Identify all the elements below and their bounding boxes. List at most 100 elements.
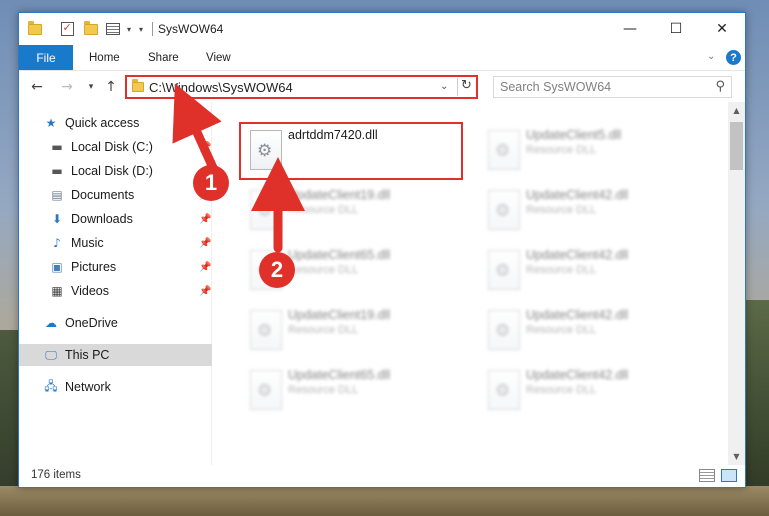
title-divider — [152, 22, 153, 36]
tab-file[interactable]: File — [19, 45, 73, 70]
recent-locations-icon[interactable]: ▾ — [81, 77, 101, 97]
search-icon[interactable]: ⚲ — [715, 79, 725, 94]
help-icon[interactable]: ? — [726, 50, 741, 65]
sidebar-item-label: OneDrive — [65, 316, 118, 330]
dll-file-icon — [488, 370, 520, 410]
file-item[interactable]: UpdateClient42.dll Resource DLL — [480, 182, 710, 242]
pin-icon[interactable]: 📌 — [199, 286, 211, 297]
large-icons-view-icon[interactable] — [721, 469, 737, 482]
navigation-pane: ★ Quick access ▬ Local Disk (C:) 📌 ▬ Loc… — [19, 102, 212, 465]
pin-icon[interactable]: 📌 — [199, 262, 211, 273]
up-button[interactable]: ↑ — [101, 77, 121, 97]
sidebar-item-label: Local Disk (D:) — [71, 164, 153, 178]
refresh-icon[interactable]: ↻ — [461, 78, 472, 93]
views-icon[interactable] — [105, 21, 121, 37]
file-name: UpdateClient42.dll — [526, 368, 629, 382]
tab-share[interactable]: Share — [148, 45, 179, 70]
dll-file-icon — [250, 310, 282, 350]
pin-icon[interactable]: 📌 — [199, 142, 211, 153]
pin-icon[interactable]: 📌 — [199, 214, 211, 225]
file-name: UpdateClient42.dll — [526, 188, 629, 202]
file-name: UpdateClient5.dll — [526, 128, 622, 142]
sidebar-item-videos[interactable]: ▦ Videos 📌 — [19, 280, 212, 302]
sidebar-item-network[interactable]: 🖧 Network — [19, 376, 212, 398]
back-button[interactable]: ← — [27, 77, 47, 97]
music-icon: ♪ — [53, 236, 61, 250]
sidebar-item-local-disk-c[interactable]: ▬ Local Disk (C:) 📌 — [19, 136, 212, 158]
sidebar-item-label: Quick access — [65, 116, 140, 130]
step-1-badge: 1 — [193, 165, 229, 201]
expand-ribbon-icon[interactable]: ⌄ — [707, 51, 715, 62]
file-name: UpdateClient65.dll — [288, 368, 391, 382]
sidebar-item-local-disk-d[interactable]: ▬ Local Disk (D:) 📌 — [19, 160, 212, 182]
pin-icon[interactable]: 📌 — [199, 238, 211, 249]
sidebar-item-pictures[interactable]: ▣ Pictures 📌 — [19, 256, 212, 278]
search-box[interactable]: Search SysWOW64 ⚲ — [493, 76, 732, 98]
onedrive-icon: ☁ — [45, 316, 57, 330]
search-input[interactable]: Search SysWOW64 — [500, 80, 611, 94]
file-type: Resource DLL — [526, 384, 597, 396]
folder-icon — [132, 79, 144, 92]
sidebar-item-label: This PC — [65, 348, 110, 362]
dll-file-icon — [488, 310, 520, 350]
sidebar-item-downloads[interactable]: ⬇ Downloads 📌 — [19, 208, 212, 230]
file-item[interactable]: UpdateClient19.dll Resource DLL — [242, 182, 472, 242]
minimize-button[interactable]: — — [607, 13, 653, 45]
sidebar-item-onedrive[interactable]: ☁ OneDrive — [19, 312, 212, 334]
tab-view[interactable]: View — [206, 45, 231, 70]
dll-file-icon — [250, 190, 282, 230]
window-title: SysWOW64 — [158, 22, 224, 36]
properties-icon[interactable] — [59, 21, 75, 37]
sidebar-item-label: Videos — [71, 284, 109, 298]
sidebar-item-quick-access[interactable]: ★ Quick access — [19, 112, 212, 134]
file-type: Resource DLL — [288, 204, 359, 216]
dll-file-icon — [250, 370, 282, 410]
address-bar[interactable]: C:\Windows\SysWOW64 ⌄ ↻ — [125, 75, 478, 99]
file-type: Resource DLL — [526, 324, 597, 336]
details-view-icon[interactable] — [699, 469, 715, 482]
file-item[interactable]: UpdateClient19.dll Resource DLL — [242, 302, 472, 362]
file-item[interactable]: UpdateClient42.dll Resource DLL — [480, 242, 710, 302]
file-list: adrtddm7420.dll UpdateClient5.dll Resour… — [212, 102, 728, 465]
desktop-background — [0, 486, 769, 516]
file-highlight-box — [239, 122, 463, 180]
scroll-down-icon[interactable]: ▼ — [728, 448, 745, 465]
tab-home[interactable]: Home — [89, 45, 120, 70]
sidebar-item-music[interactable]: ♪ Music 📌 — [19, 232, 212, 254]
sidebar-item-label: Downloads — [71, 212, 133, 226]
file-type: Resource DLL — [526, 204, 597, 216]
address-divider — [457, 78, 458, 96]
pictures-icon: ▣ — [51, 260, 63, 274]
address-dropdown-icon[interactable]: ⌄ — [440, 81, 448, 92]
new-folder-icon[interactable] — [83, 20, 99, 37]
file-type: Resource DLL — [526, 144, 597, 156]
close-button[interactable]: ✕ — [699, 13, 745, 45]
customize-toolbar-icon[interactable]: ▾ — [133, 21, 149, 37]
star-icon: ★ — [45, 116, 57, 130]
dll-file-icon — [488, 130, 520, 170]
forward-button[interactable]: → — [57, 77, 77, 97]
file-name: UpdateClient19.dll — [288, 188, 391, 202]
file-name: UpdateClient42.dll — [526, 248, 629, 262]
sidebar-item-documents[interactable]: ▤ Documents 📌 — [19, 184, 212, 206]
dll-file-icon — [488, 190, 520, 230]
file-name: UpdateClient42.dll — [526, 308, 629, 322]
file-item[interactable]: UpdateClient5.dll Resource DLL — [480, 122, 710, 182]
vertical-scrollbar[interactable]: ▲ ▼ — [728, 102, 745, 465]
scroll-up-icon[interactable]: ▲ — [728, 102, 745, 119]
file-item[interactable]: UpdateClient42.dll Resource DLL — [480, 362, 710, 422]
title-bar: ▾ ▾ SysWOW64 — ☐ ✕ — [19, 13, 745, 45]
file-name: UpdateClient19.dll — [288, 308, 391, 322]
maximize-button[interactable]: ☐ — [653, 13, 699, 45]
status-bar: 176 items — [19, 465, 745, 487]
scrollbar-thumb[interactable] — [730, 122, 743, 170]
drive-icon: ▬ — [51, 164, 63, 178]
address-path[interactable]: C:\Windows\SysWOW64 — [149, 80, 293, 95]
file-item[interactable]: UpdateClient42.dll Resource DLL — [480, 302, 710, 362]
documents-icon: ▤ — [51, 188, 63, 202]
file-type: Resource DLL — [288, 264, 359, 276]
file-type: Resource DLL — [526, 264, 597, 276]
network-icon: 🖧 — [44, 378, 58, 393]
file-item[interactable]: UpdateClient65.dll Resource DLL — [242, 362, 472, 422]
sidebar-item-this-pc[interactable]: 🖵 This PC — [19, 344, 212, 366]
